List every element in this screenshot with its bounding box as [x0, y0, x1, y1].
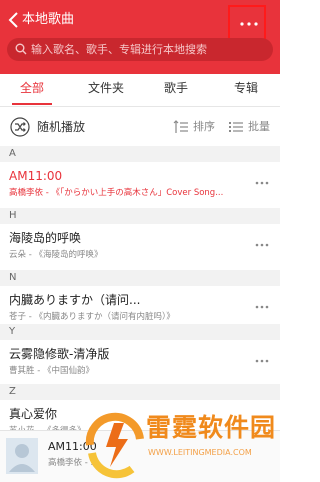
list-icon	[229, 122, 243, 132]
watermark-emblem-icon	[85, 412, 144, 479]
group-letter: N	[9, 272, 17, 283]
more-dots-icon[interactable]	[255, 243, 269, 247]
song-row[interactable]: 海陵岛的呼唤 云朵 - 《海陵岛的呼唤》	[0, 224, 280, 270]
tab-folder[interactable]: 文件夹	[78, 80, 134, 96]
shuffle-play-label[interactable]: 随机播放	[37, 119, 85, 135]
song-meta: 曹其胜 - 《中国仙韵》	[9, 366, 94, 376]
active-tab-indicator	[12, 103, 52, 105]
watermark-logo: 雷霆软件园 WWW.LEITINGMEDIA.COM	[84, 407, 280, 481]
back-arrow-icon[interactable]	[6, 11, 22, 29]
group-header-h: H	[0, 208, 280, 224]
song-meta: 高橋李依 - 《「からかい上手の高木さん」Cover Song...	[9, 188, 224, 198]
more-dots-icon[interactable]	[255, 181, 269, 185]
group-letter: Y	[9, 326, 16, 337]
header-bar: 本地歌曲 输入歌名、歌手、专辑进行本地搜索	[0, 0, 280, 74]
more-dots-icon	[240, 22, 258, 26]
page-title: 本地歌曲	[22, 12, 75, 27]
song-meta: 苍子 - 《内臓ありますか（请问有内脏吗）》	[9, 312, 175, 322]
search-input[interactable]: 输入歌名、歌手、专辑进行本地搜索	[7, 38, 273, 61]
song-row[interactable]: AM11:00 高橋李依 - 《「からかい上手の高木さん」Cover Song.…	[0, 162, 280, 208]
more-dots-icon[interactable]	[255, 305, 269, 309]
group-header-n: N	[0, 270, 280, 286]
album-cover-icon	[6, 438, 38, 474]
song-row[interactable]: 云雾隐修歌-清净版 曹其胜 - 《中国仙韵》	[0, 340, 280, 386]
song-title: AM11:00	[9, 169, 63, 183]
tab-all[interactable]: 全部	[12, 80, 52, 96]
tab-artist[interactable]: 歌手	[156, 80, 196, 96]
batch-label: 批量	[248, 120, 270, 133]
group-header-a: A	[0, 146, 280, 162]
song-meta: 云朵 - 《海陵岛的呼唤》	[9, 250, 103, 260]
group-letter: Z	[9, 386, 16, 397]
group-letter: A	[9, 148, 16, 159]
tab-album[interactable]: 专辑	[226, 80, 266, 96]
search-placeholder: 输入歌名、歌手、专辑进行本地搜索	[31, 43, 207, 56]
watermark-url: WWW.LEITINGMEDIA.COM	[148, 448, 252, 457]
group-letter: H	[9, 210, 17, 221]
group-header-y: Y	[0, 324, 280, 340]
watermark-text: 雷霆软件园	[146, 413, 277, 442]
shuffle-icon[interactable]	[10, 117, 30, 137]
song-title: 内臓ありますか（请问...	[9, 293, 141, 307]
more-dots-icon[interactable]	[255, 359, 269, 363]
sort-icon	[173, 120, 188, 133]
tab-bar: 全部 文件夹 歌手 专辑	[0, 74, 280, 107]
song-title: 海陵岛的呼唤	[9, 231, 82, 245]
toolbar: 随机播放 排序 批量	[0, 108, 280, 146]
song-title: 云雾隐修歌-清净版	[9, 347, 110, 361]
sort-label: 排序	[193, 120, 215, 133]
search-icon	[15, 43, 27, 55]
group-header-z: Z	[0, 384, 280, 400]
